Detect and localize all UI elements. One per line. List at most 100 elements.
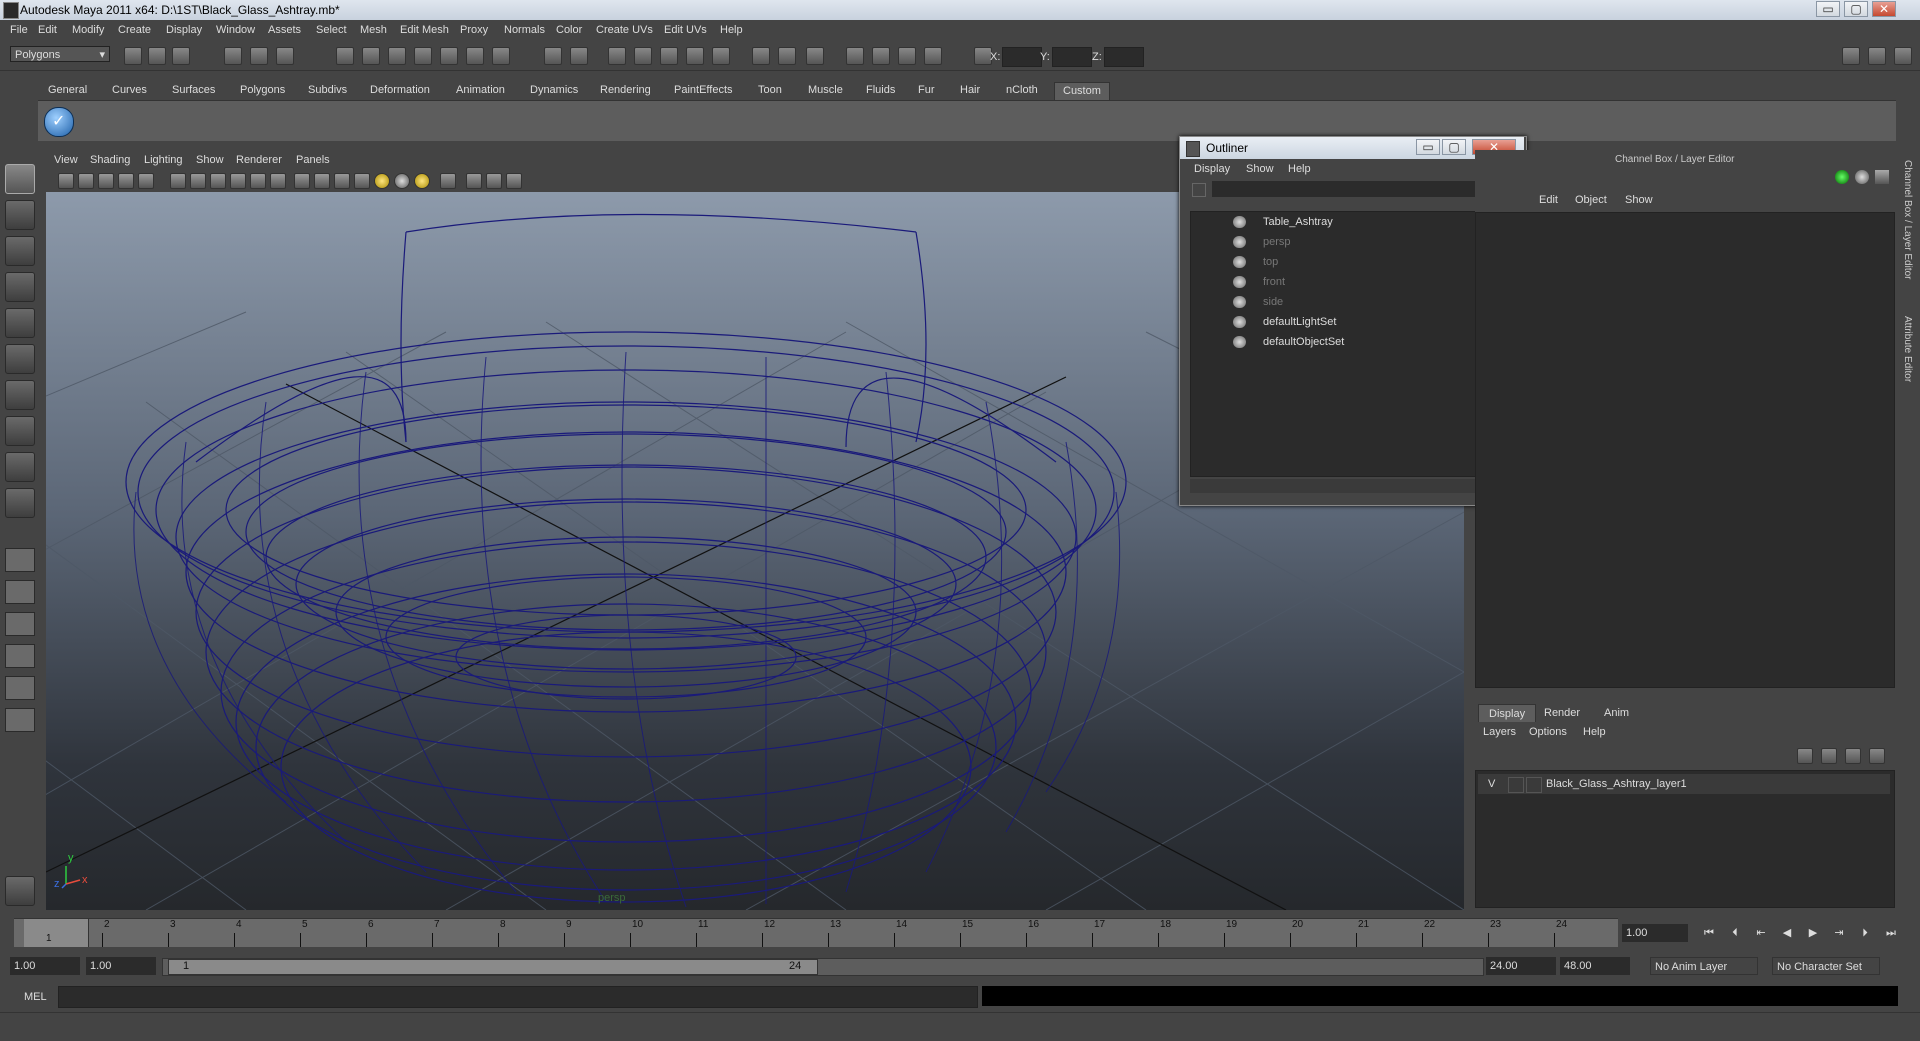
command-language-label[interactable]: MEL bbox=[24, 991, 47, 1003]
xray-joints-icon[interactable] bbox=[486, 173, 502, 189]
shelf-tab-toon[interactable]: Toon bbox=[750, 82, 790, 99]
rotate-tool-icon[interactable] bbox=[5, 308, 35, 338]
menu-help[interactable]: Help bbox=[720, 24, 743, 36]
channel-box-icon-1[interactable] bbox=[1835, 170, 1849, 184]
close-button[interactable]: ✕ bbox=[1872, 1, 1896, 17]
smooth-shade-icon[interactable] bbox=[314, 173, 330, 189]
play-forwards-icon[interactable]: ▶ bbox=[1804, 926, 1822, 940]
ambient-occlusion-icon[interactable] bbox=[414, 173, 430, 189]
select-hierarchy-icon[interactable] bbox=[224, 47, 242, 65]
channel-menu-edit[interactable]: Edit bbox=[1539, 194, 1558, 206]
menu-set-selector[interactable]: Polygons ▾ bbox=[10, 46, 110, 62]
channel-box-icon-2[interactable] bbox=[1855, 170, 1869, 184]
menu-select[interactable]: Select bbox=[316, 24, 347, 36]
current-time-indicator[interactable]: 1 bbox=[24, 919, 89, 947]
grid-toggle-icon[interactable] bbox=[138, 173, 154, 189]
camera-attributes-icon[interactable] bbox=[78, 173, 94, 189]
outliner-menu-display[interactable]: Display bbox=[1194, 163, 1230, 175]
outliner-item-front[interactable]: front bbox=[1191, 272, 1491, 292]
hypershade-icon[interactable] bbox=[686, 47, 704, 65]
shelf-tab-deformation[interactable]: Deformation bbox=[362, 82, 438, 99]
new-layer-from-selected-icon[interactable] bbox=[1821, 748, 1837, 764]
open-scene-icon[interactable] bbox=[148, 47, 166, 65]
playback-start-field[interactable]: 1.00 bbox=[86, 957, 156, 975]
outliner-search-field[interactable] bbox=[1212, 181, 1514, 197]
step-back-frame-icon[interactable]: ⏴ bbox=[1726, 926, 1744, 940]
lasso-tool-icon[interactable] bbox=[5, 200, 35, 230]
output-line-icon[interactable] bbox=[778, 47, 796, 65]
y-coord-field[interactable] bbox=[1052, 47, 1092, 67]
shelf-tab-ncloth[interactable]: nCloth bbox=[998, 82, 1046, 99]
layer-tab-display[interactable]: Display bbox=[1478, 704, 1537, 723]
shelf-tab-subdivs[interactable]: Subdivs bbox=[300, 82, 355, 99]
play-backwards-icon[interactable]: ◀ bbox=[1778, 926, 1796, 940]
paint-select-tool-icon[interactable] bbox=[5, 236, 35, 266]
shelf-tab-hair[interactable]: Hair bbox=[952, 82, 988, 99]
playback-end-field[interactable]: 24.00 bbox=[1486, 957, 1556, 975]
xray-components-icon[interactable] bbox=[506, 173, 522, 189]
layer-tab-anim[interactable]: Anim bbox=[1594, 704, 1639, 722]
resolution-gate-icon[interactable] bbox=[190, 173, 206, 189]
layout-single-icon[interactable] bbox=[5, 548, 35, 572]
channel-menu-show[interactable]: Show bbox=[1625, 194, 1653, 206]
select-tool-icon[interactable] bbox=[5, 164, 35, 194]
wireframe-on-shaded-icon[interactable] bbox=[334, 173, 350, 189]
outliner-item-default-light-set[interactable]: defaultLightSet bbox=[1191, 312, 1491, 332]
soft-mod-tool-icon[interactable] bbox=[5, 416, 35, 446]
shadows-icon[interactable] bbox=[394, 173, 410, 189]
show-hide-panel-icon[interactable] bbox=[806, 47, 824, 65]
menu-display[interactable]: Display bbox=[166, 24, 202, 36]
channel-menu-object[interactable]: Object bbox=[1575, 194, 1607, 206]
panel-menu-renderer[interactable]: Renderer bbox=[236, 154, 282, 166]
snap-curve-icon[interactable] bbox=[362, 47, 380, 65]
history-icon[interactable] bbox=[466, 47, 484, 65]
bookmarks-icon[interactable] bbox=[98, 173, 114, 189]
menu-edit[interactable]: Edit bbox=[38, 24, 57, 36]
highlight-selection-icon[interactable] bbox=[570, 47, 588, 65]
step-forward-key-icon[interactable]: ⇥ bbox=[1830, 926, 1848, 940]
save-scene-icon[interactable] bbox=[172, 47, 190, 65]
new-scene-icon[interactable] bbox=[124, 47, 142, 65]
manipulator-tool-icon[interactable] bbox=[5, 380, 35, 410]
outliner-item-side[interactable]: side bbox=[1191, 292, 1491, 312]
safe-title-icon[interactable] bbox=[270, 173, 286, 189]
start-time-field[interactable]: 1.00 bbox=[10, 957, 80, 975]
layout-persp-graph-outliner-icon[interactable] bbox=[5, 708, 35, 732]
anim-layer-dropdown[interactable]: No Anim Layer bbox=[1650, 957, 1758, 975]
layout-hypershade-icon[interactable] bbox=[5, 676, 35, 700]
shelf-tab-rendering[interactable]: Rendering bbox=[592, 82, 659, 99]
last-tool-icon[interactable] bbox=[5, 452, 35, 482]
select-camera-icon[interactable] bbox=[58, 173, 74, 189]
side-tab-channel-box[interactable]: Channel Box / Layer Editor bbox=[1902, 160, 1913, 280]
x-coord-field[interactable] bbox=[1002, 47, 1042, 67]
outliner-title-bar[interactable]: Outliner ▭ ▢ ✕ bbox=[1180, 137, 1524, 159]
move-tool-icon[interactable] bbox=[5, 272, 35, 302]
outliner-minimize-button[interactable]: ▭ bbox=[1416, 139, 1440, 155]
toggle-tool-settings-icon[interactable] bbox=[1894, 47, 1912, 65]
use-all-lights-icon[interactable] bbox=[374, 173, 390, 189]
step-back-key-icon[interactable]: ⇤ bbox=[1752, 926, 1770, 940]
menu-file[interactable]: File bbox=[10, 24, 28, 36]
menu-window[interactable]: Window bbox=[216, 24, 255, 36]
outliner-item-persp[interactable]: persp bbox=[1191, 232, 1491, 252]
menu-color[interactable]: Color bbox=[556, 24, 582, 36]
lock-selection-icon[interactable] bbox=[544, 47, 562, 65]
layer-tab-render[interactable]: Render bbox=[1534, 704, 1590, 722]
menu-mesh[interactable]: Mesh bbox=[360, 24, 387, 36]
outliner-item-table-ashtray[interactable]: Table_Ashtray bbox=[1191, 212, 1491, 232]
layer-color-swatch[interactable] bbox=[1526, 777, 1542, 793]
image-plane-icon[interactable] bbox=[118, 173, 134, 189]
menu-proxy[interactable]: Proxy bbox=[460, 24, 488, 36]
outliner-item-default-object-set[interactable]: defaultObjectSet bbox=[1191, 332, 1491, 352]
step-forward-frame-icon[interactable]: ⏵ bbox=[1856, 926, 1874, 940]
outliner-menu-show[interactable]: Show bbox=[1246, 163, 1274, 175]
shelf-tab-muscle[interactable]: Muscle bbox=[800, 82, 851, 99]
go-to-start-icon[interactable]: ⏮ bbox=[1700, 926, 1718, 940]
current-frame-field[interactable]: 1.00 bbox=[1622, 924, 1688, 942]
render-view-icon[interactable] bbox=[712, 47, 730, 65]
menu-assets[interactable]: Assets bbox=[268, 24, 301, 36]
menu-edit-mesh[interactable]: Edit Mesh bbox=[400, 24, 449, 36]
shelf-tab-dynamics[interactable]: Dynamics bbox=[522, 82, 586, 99]
shelf-editor-icon[interactable] bbox=[5, 876, 35, 906]
render-current-frame-icon[interactable] bbox=[608, 47, 626, 65]
